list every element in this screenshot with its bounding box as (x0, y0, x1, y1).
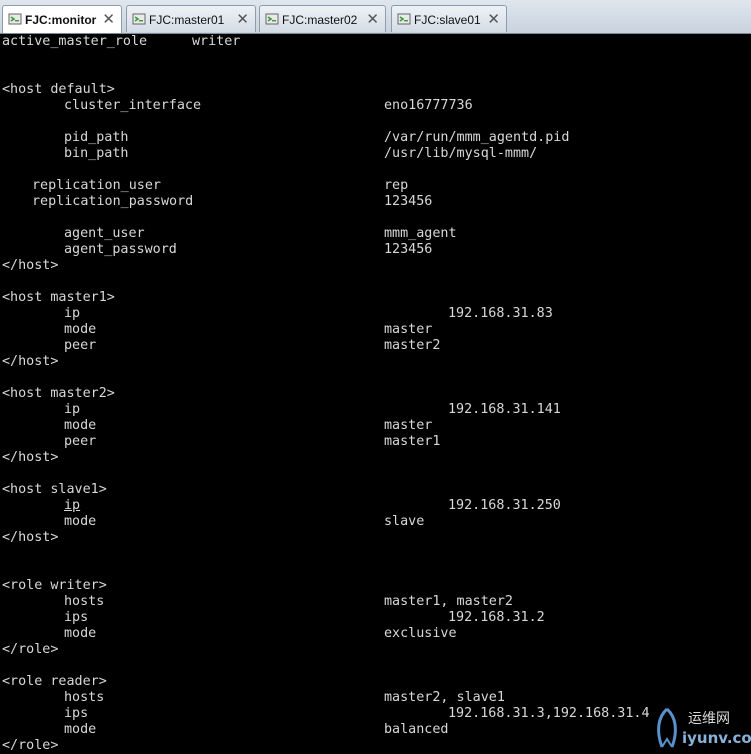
config-value: 192.168.31.3,192.168.31.4 (448, 706, 650, 721)
config-value: 192.168.31.2 (448, 610, 545, 625)
terminal-icon (8, 13, 22, 25)
config-section: <role reader> (2, 674, 107, 689)
close-icon[interactable]: ✕ (236, 10, 249, 28)
tab-label: FJC:master02 (282, 13, 358, 27)
config-value: 123456 (384, 242, 433, 257)
config-key: replication_user (32, 178, 161, 193)
config-key: mode (64, 322, 97, 337)
config-section-end: </role> (2, 642, 59, 657)
config-section-end: </host> (2, 450, 59, 465)
config-key: peer (64, 434, 97, 449)
close-icon[interactable]: ✕ (366, 10, 379, 28)
config-key: agent_user (64, 226, 145, 241)
config-key: mode (64, 514, 97, 529)
config-section: <host master2> (2, 386, 115, 401)
config-value: 192.168.31.141 (448, 402, 561, 417)
config-key: ip (64, 306, 81, 321)
site-watermark: 运维网 iyunv.com (648, 704, 751, 754)
config-key: mode (64, 722, 97, 737)
tab-bar: FJC:monitor ✕ FJC:master01 ✕ FJC:master0… (0, 0, 751, 34)
tab-fjc-master01[interactable]: FJC:master01 ✕ (126, 5, 256, 32)
config-value: master1 (384, 434, 441, 449)
config-value: master (384, 418, 433, 433)
config-key: ips (64, 706, 89, 721)
config-key: ip (64, 402, 81, 417)
config-key: agent_password (64, 242, 177, 257)
config-value: master (384, 322, 433, 337)
config-value: master2 (384, 338, 441, 353)
config-value: rep (384, 178, 409, 193)
config-key: hosts (64, 594, 105, 609)
terminal-icon (132, 13, 146, 25)
config-value: master2, slave1 (384, 690, 505, 705)
config-section-end: </host> (2, 354, 59, 369)
close-icon[interactable]: ✕ (487, 10, 500, 28)
config-value: balanced (384, 722, 449, 737)
config-section-end: </host> (2, 530, 59, 545)
config-value: slave (384, 514, 425, 529)
close-icon[interactable]: ✕ (102, 10, 115, 28)
watermark-url: iyunv.com (682, 729, 751, 747)
config-section-end: </host> (2, 258, 59, 273)
config-value: /usr/lib/mysql-mmm/ (384, 146, 538, 161)
config-key: mode (64, 626, 97, 641)
config-section: <host default> (2, 82, 115, 97)
config-key: mode (64, 418, 97, 433)
config-section: <role writer> (2, 578, 107, 593)
terminal-icon (397, 13, 411, 25)
tab-fjc-slave01[interactable]: FJC:slave01 ✕ (391, 5, 507, 32)
terminal-icon (265, 13, 279, 25)
config-key: active_master_role (2, 34, 148, 49)
tab-label: FJC:slave01 (414, 13, 481, 27)
config-key: ip (64, 498, 81, 513)
config-key: peer (64, 338, 97, 353)
config-value: eno16777736 (384, 98, 473, 113)
watermark-logo-icon (657, 707, 677, 748)
tab-fjc-monitor[interactable]: FJC:monitor ✕ (2, 5, 122, 33)
watermark-text: 运维网 (688, 711, 730, 727)
config-value: mmm_agent (384, 226, 457, 241)
config-key: cluster_interface (64, 98, 202, 113)
config-section: <host slave1> (2, 482, 107, 497)
config-value: /var/run/mmm_agentd.pid (384, 130, 570, 145)
tab-label: FJC:monitor (25, 13, 97, 27)
config-value: exclusive (384, 626, 457, 641)
config-key: bin_path (64, 146, 129, 161)
config-value: 192.168.31.83 (448, 306, 553, 321)
config-key: ips (64, 610, 89, 625)
tab-label: FJC:master01 (149, 13, 225, 27)
terminal-output[interactable]: active_master_role writer <host default>… (0, 34, 751, 754)
config-key: hosts (64, 690, 105, 705)
config-key: pid_path (64, 130, 129, 145)
tab-fjc-master02[interactable]: FJC:master02 ✕ (259, 5, 386, 32)
config-key: replication_password (32, 194, 194, 209)
config-value: 192.168.31.250 (448, 498, 561, 513)
config-value: writer (192, 34, 241, 49)
config-section-end: </role> (2, 738, 59, 753)
config-value: master1, master2 (384, 594, 513, 609)
config-section: <host master1> (2, 290, 115, 305)
config-value: 123456 (384, 194, 433, 209)
